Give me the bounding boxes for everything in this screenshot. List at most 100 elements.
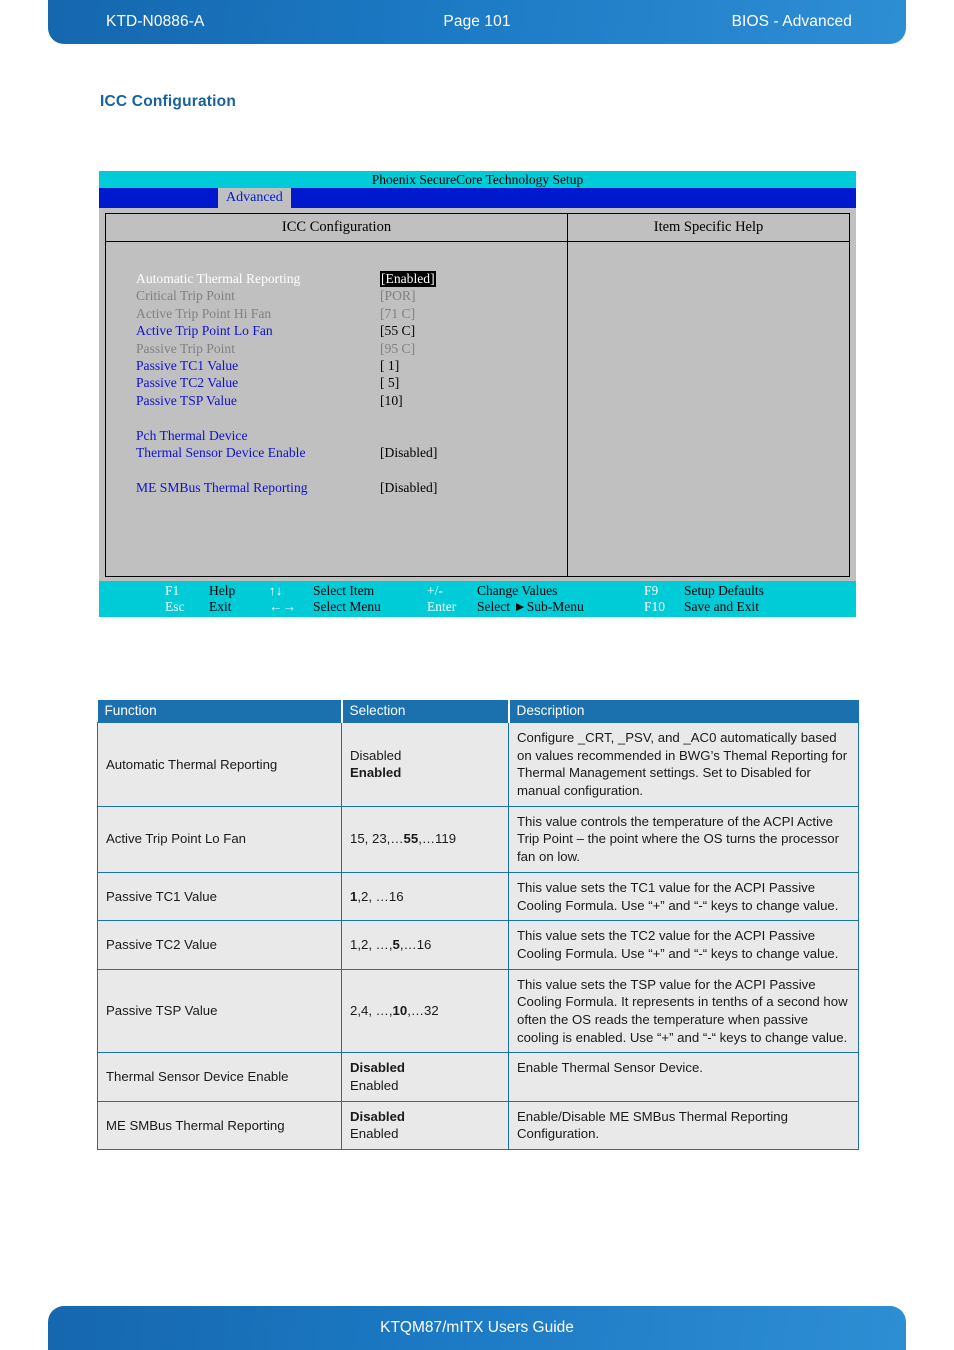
bios-key-name: F1 (165, 583, 180, 598)
bios-key-action: Change Values (477, 583, 558, 598)
bios-option-value[interactable]: [71 C] (380, 306, 415, 322)
bios-option-label: Automatic Thermal Reporting (136, 271, 301, 286)
bios-option-label: Critical Trip Point (136, 288, 235, 304)
bios-option-label: Pch Thermal Device (136, 427, 248, 443)
column-header-description: Description (508, 700, 859, 723)
selection-segment: 15, 23,… (350, 831, 404, 847)
bios-key-action: Save and Exit (684, 599, 759, 614)
bios-option-row[interactable]: Passive TC1 Value [ 1] (106, 358, 567, 375)
selection-segment: ,…16 (399, 937, 432, 953)
table-row: Passive TSP Value 2,4, …,10,…32 This value… (97, 968, 859, 1054)
selection-option: Disabled (350, 747, 402, 763)
cell-description: This value sets the TC1 value for the AC… (508, 871, 859, 922)
table-row: Automatic Thermal Reporting Disabled Enabl… (97, 722, 859, 807)
cell-description: This value sets the TSP value for the AC… (508, 968, 859, 1054)
bios-option-row[interactable]: Thermal Sensor Device Enable [Disabled] (106, 445, 567, 462)
cell-function: Passive TSP Value (97, 968, 342, 1054)
bios-key-action: Exit (209, 599, 232, 614)
selection-option: Enabled (350, 1126, 399, 1142)
bios-key-action: Select Menu (313, 599, 381, 614)
cell-selection: 1,2, …16 (341, 871, 509, 922)
section-label: BIOS - Advanced (731, 13, 852, 30)
bios-option-value[interactable]: [10] (380, 393, 403, 409)
bios-option-value[interactable]: [Disabled] (380, 445, 437, 461)
cell-selection: 15, 23,…55,…119 (341, 805, 509, 873)
cell-selection: 1,2, …,5,…16 (341, 920, 509, 970)
bios-option-row[interactable]: Passive TSP Value [10] (106, 393, 567, 410)
selection-segment: 10 (392, 1003, 408, 1019)
selection-segment: ,…32 (407, 1003, 439, 1019)
bios-key-name: F9 (644, 583, 659, 598)
settings-description-table: Function Selection Description Automatic… (97, 700, 859, 1151)
bios-help-pane-header: Item Specific Help (568, 214, 849, 242)
bios-option-label: Passive TC1 Value (136, 357, 239, 373)
bios-key-name: ←→ (269, 599, 296, 614)
selection-segment: 1,2, …, (350, 937, 393, 953)
cell-function: Active Trip Point Lo Fan (97, 805, 342, 873)
selection-segment: ,2, …16 (357, 888, 404, 904)
column-header-function: Function (97, 700, 343, 723)
bios-key-action: Help (209, 583, 236, 598)
bios-option-value[interactable]: [Disabled] (380, 480, 437, 496)
selection-segment: ,…119 (418, 831, 457, 847)
bios-title-bar: Phoenix SecureCore Technology Setup (99, 171, 856, 188)
bios-option-value[interactable]: [POR] (380, 288, 416, 304)
bios-key-help-row-1: F1 Help ↑↓ Select Item +/- Change Values F9 Set… (99, 583, 856, 599)
cell-description: Enable Thermal Sensor Device. (508, 1052, 859, 1102)
bios-option-value[interactable]: [ 1] (380, 358, 399, 374)
table-body: Automatic Thermal Reporting Disabled Enabl… (97, 722, 859, 1151)
page-title: ICC Configuration (100, 93, 236, 110)
selection-option: Disabled (350, 1060, 405, 1076)
bios-key-name: +/- (427, 583, 443, 598)
table-row: Passive TC2 Value 1,2, …,5,…16 This value … (97, 920, 859, 970)
bios-settings-pane-header: ICC Configuration (106, 214, 567, 242)
selection-segment: 2,4, …, (350, 1003, 393, 1019)
bios-option-value[interactable]: [Enabled] (380, 271, 436, 287)
column-header-selection: Selection (341, 700, 510, 723)
bios-key-name: F10 (644, 599, 666, 614)
bios-option-label: ME SMBus Thermal Reporting (136, 479, 308, 495)
bios-key-action: Setup Defaults (684, 583, 764, 598)
guide-title: KTQM87/mITX Users Guide (380, 1319, 574, 1336)
bios-key-name: ↑↓ (269, 583, 283, 598)
table-row: Passive TC1 Value 1,2, …16 This value sets… (97, 871, 859, 922)
bios-option-label: Active Trip Point Lo Fan (136, 323, 273, 339)
bios-option-spacer (106, 462, 567, 479)
selection-segment: 5 (392, 937, 400, 953)
bios-option-row[interactable]: Pch Thermal Device (106, 428, 567, 445)
bios-key-help-bar: F1 Help ↑↓ Select Item +/- Change Values F9 Set… (99, 581, 856, 617)
bios-setup-screenshot: Phoenix SecureCore Technology Setup Adva… (99, 171, 856, 617)
bios-option-row[interactable]: Passive TC2 Value [ 5] (106, 375, 567, 392)
bios-option-row[interactable]: Passive Trip Point [95 C] (106, 341, 567, 358)
table-header-row: Function Selection Description (97, 700, 859, 723)
cell-selection: 2,4, …,10,…32 (341, 968, 509, 1054)
bios-option-value[interactable]: [ 5] (380, 375, 399, 391)
bios-option-value[interactable]: [55 C] (380, 323, 415, 339)
bios-menu-tab-advanced[interactable]: Advanced (218, 188, 291, 208)
bios-option-row[interactable]: ME SMBus Thermal Reporting [Disabled] (106, 480, 567, 497)
bios-help-pane: Item Specific Help (568, 214, 849, 576)
cell-selection: Disabled Enabled (341, 1052, 509, 1102)
selection-option: Enabled (350, 765, 402, 781)
table-row: Thermal Sensor Device Enable Disabled Enab… (97, 1052, 859, 1102)
cell-selection: Disabled Enabled (341, 1100, 509, 1151)
bios-option-row[interactable]: Critical Trip Point [POR] (106, 288, 567, 305)
bios-option-row[interactable]: Active Trip Point Hi Fan [71 C] (106, 306, 567, 323)
bios-key-name: Esc (165, 599, 185, 614)
table-row: ME SMBus Thermal Reporting Disabled Enable… (97, 1100, 859, 1151)
page-header-bar: KTD-N0886-A Page 101 BIOS - Advanced (48, 0, 906, 44)
bios-option-row[interactable]: Active Trip Point Lo Fan [55 C] (106, 323, 567, 340)
bios-option-label: Passive TSP Value (136, 392, 237, 408)
cell-description: Configure _CRT, _PSV, and _AC0 automatic… (508, 722, 859, 807)
bios-option-row[interactable]: Automatic Thermal Reporting [Enabled] (106, 271, 567, 288)
cell-description: This value sets the TC2 value for the AC… (508, 920, 859, 970)
cell-function: Passive TC2 Value (97, 920, 342, 970)
bios-option-value[interactable]: [95 C] (380, 341, 415, 357)
table-row: Active Trip Point Lo Fan 15, 23,…55,…119 T… (97, 805, 859, 873)
bios-option-label: Active Trip Point Hi Fan (136, 305, 272, 321)
bios-menu-bar: Advanced (99, 188, 856, 208)
bios-settings-pane: ICC Configuration Automatic Thermal Repo… (106, 214, 568, 576)
bios-options-list: Automatic Thermal Reporting [Enabled] Crit… (106, 242, 567, 576)
selection-segment: 55 (403, 831, 419, 847)
cell-description: This value controls the temperature of t… (508, 805, 859, 873)
